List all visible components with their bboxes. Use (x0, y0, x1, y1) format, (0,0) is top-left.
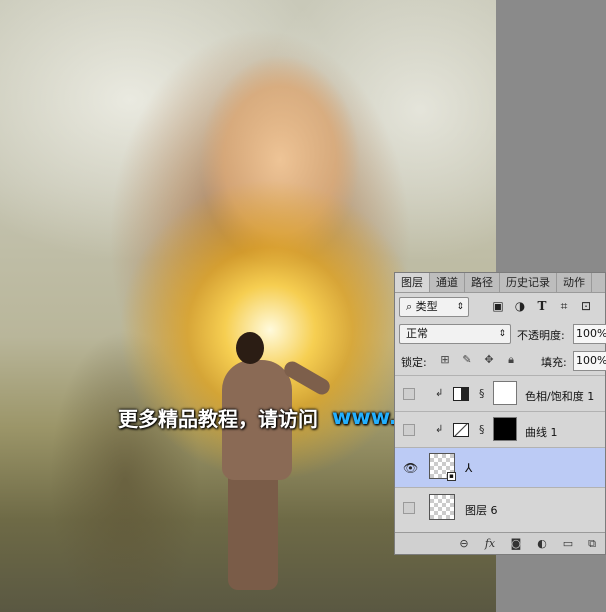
tab-actions[interactable]: 动作 (557, 273, 592, 292)
layer-name[interactable]: 曲线 1 (525, 424, 558, 440)
lock-label: 锁定: (401, 356, 427, 369)
layer-name-glyph-icon: ⅄ (465, 461, 473, 475)
layer-mask-thumbnail[interactable] (493, 381, 517, 405)
panel-tabs: 图层 通道 路径 历史记录 动作 (395, 273, 605, 293)
runner-head (236, 332, 264, 364)
layer-row-hue-saturation[interactable]: ↲ § 色相/饱和度 1 (395, 375, 605, 411)
type-icon[interactable]: T (535, 299, 549, 313)
blend-mode-value: 正常 (406, 327, 428, 340)
panel-bottom-bar: ⊖ fx ◙ ◐ ▭ ⧉ (395, 532, 605, 554)
smart-object-icon[interactable]: ⊡ (579, 299, 593, 313)
opacity-label: 不透明度: (517, 329, 565, 342)
layer-row-curves[interactable]: ↲ § 曲线 1 (395, 411, 605, 447)
dropdown-arrow-icon: ⇕ (456, 302, 464, 312)
search-icon: ⌕ (406, 300, 416, 313)
layer-name[interactable]: 色相/饱和度 1 (525, 388, 594, 404)
adjustment-icon[interactable]: ◐ (535, 537, 549, 551)
fx-icon[interactable]: fx (483, 537, 497, 551)
image-icon[interactable]: ▣ (491, 299, 505, 313)
transform-icon[interactable]: ⌗ (557, 299, 571, 313)
visibility-toggle[interactable] (403, 388, 415, 400)
smart-object-badge-icon: ▪ (447, 472, 456, 481)
visibility-toggle[interactable] (403, 424, 415, 436)
lock-row: 锁定: ⊞ ✎ ✥ 🔒︎ 填充: 100% (395, 349, 606, 373)
watermark-text: 更多精品教程，请访问 (118, 406, 318, 431)
clip-arrow-icon: ↲ (435, 424, 444, 435)
blend-row: 正常 ⇕ 不透明度: 100% (395, 321, 606, 347)
lock-transparent-icon[interactable]: ⊞ (439, 354, 451, 366)
layer-thumbnail[interactable] (429, 494, 455, 520)
fill-label: 填充: (541, 356, 567, 369)
layer-filter-row: ⌕ 类型 ⇕ ▣ ◑ T ⌗ ⊡ (395, 295, 605, 319)
clip-arrow-icon: ↲ (435, 388, 444, 399)
hue-saturation-icon (453, 387, 469, 401)
new-layer-icon[interactable]: ⧉ (585, 537, 599, 551)
folder-icon[interactable]: ▭ (561, 537, 575, 551)
filter-type-dropdown[interactable]: ⌕ 类型 ⇕ (399, 297, 469, 317)
fill-input[interactable]: 100% (573, 351, 606, 371)
opacity-input[interactable]: 100% (573, 324, 606, 344)
layer-name[interactable]: 图层 6 (465, 502, 498, 518)
chain-icon[interactable]: § (479, 423, 485, 436)
lock-paint-icon[interactable]: ✎ (461, 354, 473, 366)
layers-panel: 图层 通道 路径 历史记录 动作 ⌕ 类型 ⇕ ▣ ◑ T ⌗ ⊡ 正常 ⇕ 不… (394, 272, 606, 555)
filter-type-value: 类型 (415, 300, 438, 313)
eye-icon[interactable]: 👁︎ (403, 462, 418, 474)
tab-channels[interactable]: 通道 (430, 273, 465, 292)
photoshop-workspace: 更多精品教程，请访问 www.240PS.com 图层 通道 路径 历史记录 动… (0, 0, 606, 612)
blend-mode-dropdown[interactable]: 正常 ⇕ (399, 324, 511, 344)
tab-paths[interactable]: 路径 (465, 273, 500, 292)
mask-icon[interactable]: ◙ (509, 537, 523, 551)
layer-row-selected[interactable]: 👁︎ ▪ ⅄ (395, 447, 605, 487)
tab-history[interactable]: 历史记录 (500, 273, 557, 292)
layer-row-layer-6[interactable]: 图层 6 (395, 487, 605, 527)
chain-icon[interactable]: § (479, 387, 485, 400)
link-icon[interactable]: ⊖ (457, 537, 471, 551)
dropdown-arrow-icon: ⇕ (498, 329, 506, 339)
curves-icon (453, 423, 469, 437)
circle-half-icon[interactable]: ◑ (513, 299, 527, 313)
lock-all-icon[interactable]: 🔒︎ (505, 354, 517, 366)
layer-mask-thumbnail[interactable] (493, 417, 517, 441)
lock-move-icon[interactable]: ✥ (483, 354, 495, 366)
runner-legs (228, 470, 278, 590)
tab-layers[interactable]: 图层 (395, 273, 430, 292)
visibility-toggle[interactable] (403, 502, 415, 514)
